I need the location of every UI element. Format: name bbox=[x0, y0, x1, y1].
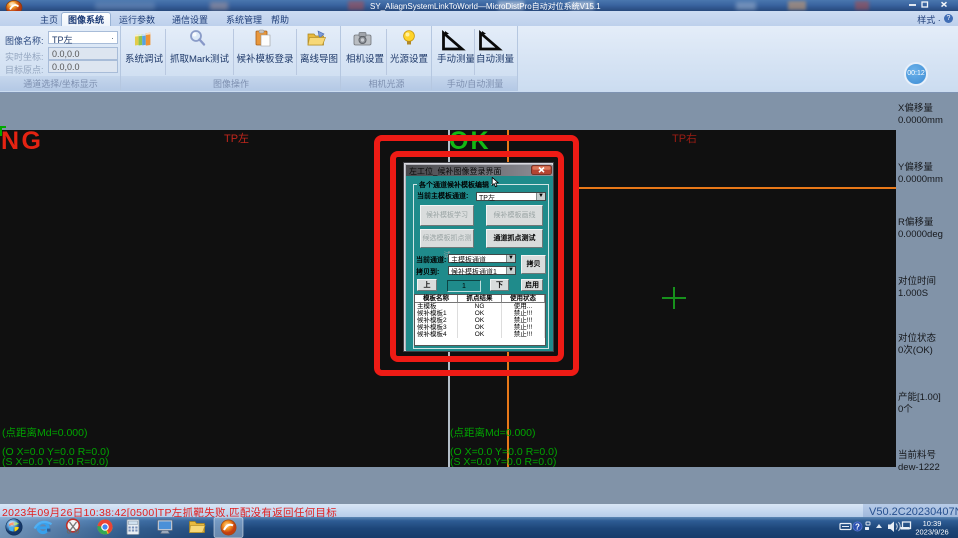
svg-text:2023/9/26: 2023/9/26 bbox=[915, 528, 948, 537]
svg-text:?: ? bbox=[855, 523, 860, 532]
